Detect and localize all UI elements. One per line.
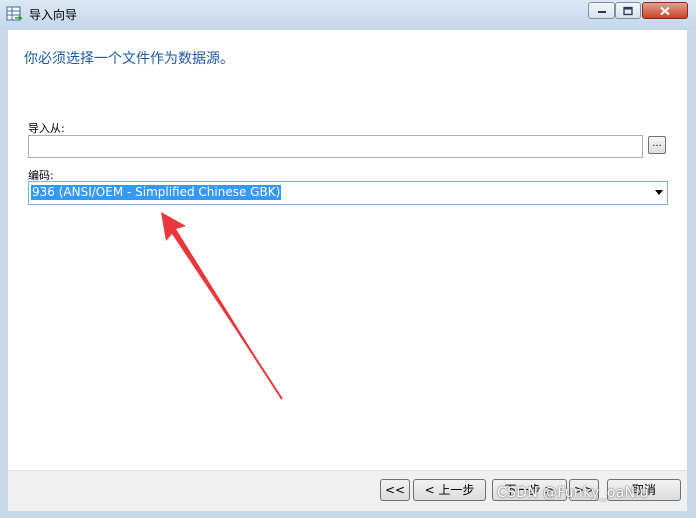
- first-step-button[interactable]: <<: [380, 479, 410, 501]
- watermark: CSDN @Funky_oaNiu: [497, 485, 649, 501]
- previous-step-button[interactable]: < 上一步: [413, 479, 486, 501]
- annotation-arrow: [161, 212, 283, 400]
